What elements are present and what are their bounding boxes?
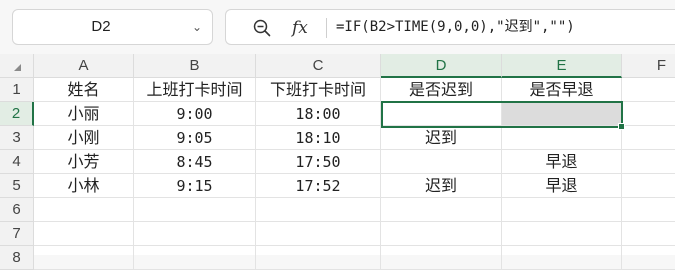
cell-d5[interactable]: 迟到: [381, 174, 502, 198]
cell-f4[interactable]: [622, 150, 675, 174]
column-header-c[interactable]: C: [256, 54, 381, 78]
row-header-7[interactable]: 7: [0, 222, 34, 246]
cell-e1[interactable]: 是否早退: [502, 78, 622, 102]
column-header-e[interactable]: E: [502, 54, 622, 78]
cell-b6[interactable]: [134, 198, 256, 222]
cell-f1[interactable]: [622, 78, 675, 102]
cell-a8[interactable]: [34, 246, 134, 270]
cell-e8[interactable]: [502, 246, 622, 270]
cell-b1[interactable]: 上班打卡时间: [134, 78, 256, 102]
row-header-1[interactable]: 1: [0, 78, 34, 102]
cell-f8[interactable]: [622, 246, 675, 270]
select-all-corner[interactable]: [0, 54, 34, 78]
cell-c3[interactable]: 18:10: [256, 126, 381, 150]
chevron-down-icon[interactable]: ⌄: [192, 10, 202, 44]
cell-c2[interactable]: 18:00: [256, 102, 381, 126]
cell-b8[interactable]: [134, 246, 256, 270]
formula-input[interactable]: =IF(B2>TIME(9,0,0),"迟到",""): [336, 10, 575, 44]
cell-a5[interactable]: 小林: [34, 174, 134, 198]
row-header-2[interactable]: 2: [0, 102, 34, 126]
cell-a7[interactable]: [34, 222, 134, 246]
cell-c4[interactable]: 17:50: [256, 150, 381, 174]
cell-b3[interactable]: 9:05: [134, 126, 256, 150]
cell-f6[interactable]: [622, 198, 675, 222]
cell-f5[interactable]: [622, 174, 675, 198]
cell-f3[interactable]: [622, 126, 675, 150]
cell-d8[interactable]: [381, 246, 502, 270]
cell-e6[interactable]: [502, 198, 622, 222]
cell-f2[interactable]: [622, 102, 675, 126]
spreadsheet-grid: A B C D E F 1 2 3 4 5 6 7 8 姓名 上班打卡时间 下班…: [0, 54, 675, 270]
cell-e3[interactable]: [502, 126, 622, 150]
formula-divider: [326, 18, 327, 38]
row-header-4[interactable]: 4: [0, 150, 34, 174]
column-header-a[interactable]: A: [34, 54, 134, 78]
cell-a6[interactable]: [34, 198, 134, 222]
column-header-d[interactable]: D: [381, 54, 502, 78]
cell-b4[interactable]: 8:45: [134, 150, 256, 174]
formula-box: fx =IF(B2>TIME(9,0,0),"迟到",""): [225, 9, 675, 45]
cell-d7[interactable]: [381, 222, 502, 246]
name-box[interactable]: D2 ⌄: [12, 9, 213, 45]
cell-reference[interactable]: D2: [13, 10, 189, 44]
cell-c8[interactable]: [256, 246, 381, 270]
cell-a3[interactable]: 小刚: [34, 126, 134, 150]
column-header-b[interactable]: B: [134, 54, 256, 78]
cell-b5[interactable]: 9:15: [134, 174, 256, 198]
cell-e7[interactable]: [502, 222, 622, 246]
cell-d1[interactable]: 是否迟到: [381, 78, 502, 102]
row-header-5[interactable]: 5: [0, 174, 34, 198]
cell-e4[interactable]: 早退: [502, 150, 622, 174]
row-header-8[interactable]: 8: [0, 246, 34, 270]
row-header-3[interactable]: 3: [0, 126, 34, 150]
cell-e2[interactable]: [502, 102, 622, 126]
cell-d4[interactable]: [381, 150, 502, 174]
cell-d3[interactable]: 迟到: [381, 126, 502, 150]
cell-c5[interactable]: 17:52: [256, 174, 381, 198]
cell-c7[interactable]: [256, 222, 381, 246]
cell-d6[interactable]: [381, 198, 502, 222]
cell-b7[interactable]: [134, 222, 256, 246]
cell-b2[interactable]: 9:00: [134, 102, 256, 126]
cell-a2[interactable]: 小丽: [34, 102, 134, 126]
cell-f7[interactable]: [622, 222, 675, 246]
row-header-6[interactable]: 6: [0, 198, 34, 222]
cell-c6[interactable]: [256, 198, 381, 222]
formula-bar: D2 ⌄ fx =IF(B2>TIME(9,0,0),"迟到",""): [0, 0, 675, 54]
cell-d2[interactable]: [381, 102, 502, 126]
cell-e5[interactable]: 早退: [502, 174, 622, 198]
zoom-icon[interactable]: [252, 18, 272, 38]
fx-icon[interactable]: fx: [292, 14, 308, 42]
cell-a4[interactable]: 小芳: [34, 150, 134, 174]
cell-a1[interactable]: 姓名: [34, 78, 134, 102]
cell-c1[interactable]: 下班打卡时间: [256, 78, 381, 102]
column-header-f[interactable]: F: [622, 54, 675, 78]
select-all-icon: [14, 64, 21, 71]
